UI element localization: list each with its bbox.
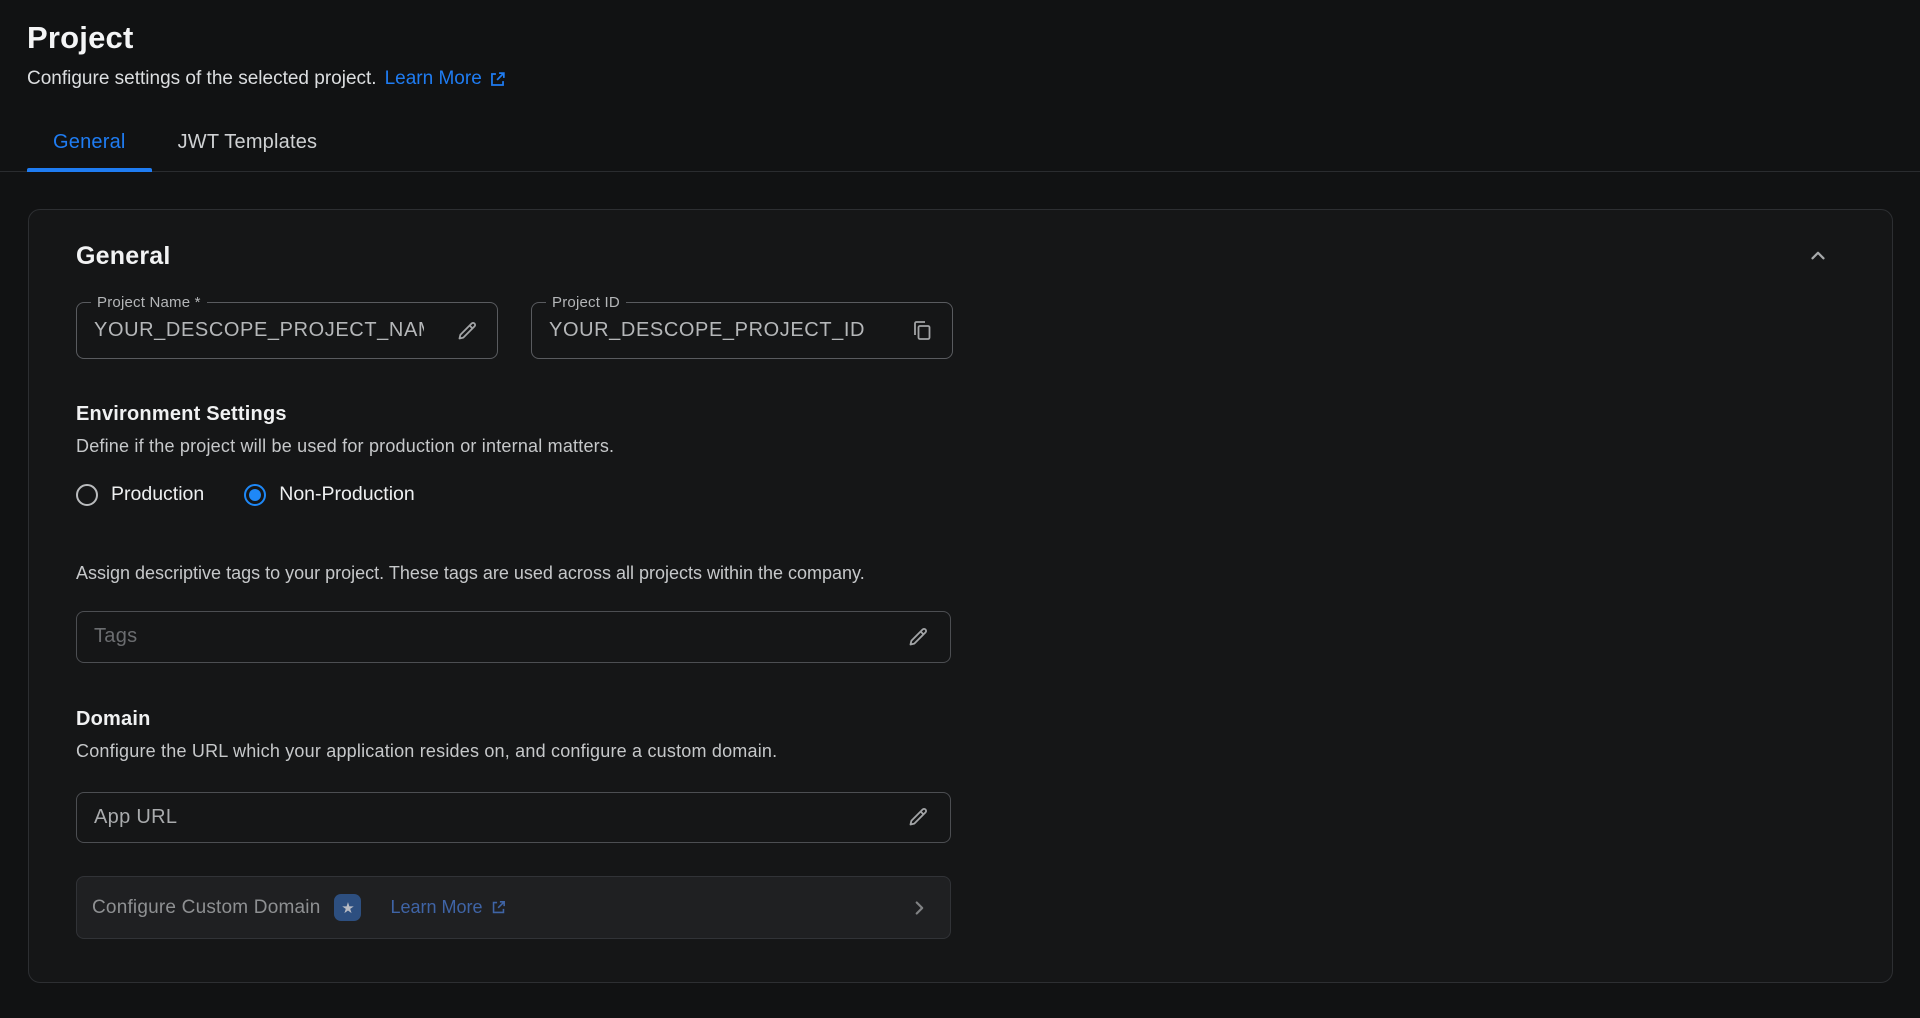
radio-production[interactable]: Production — [76, 483, 204, 506]
chevron-right-icon — [908, 897, 930, 919]
radio-unselected-icon — [76, 484, 98, 506]
tab-jwt-templates[interactable]: JWT Templates — [152, 131, 344, 172]
general-settings-card: General Project Name * YOUR_DESCOPE_PROJ… — [28, 209, 1893, 983]
radio-non-production[interactable]: Non-Production — [244, 483, 415, 506]
premium-star-icon: ★ — [334, 894, 361, 921]
custom-domain-learn-more-label: Learn More — [390, 897, 482, 918]
project-name-value: YOUR_DESCOPE_PROJECT_NAME — [94, 319, 424, 342]
radio-non-production-label: Non-Production — [279, 483, 415, 506]
project-fields-row: Project Name * YOUR_DESCOPE_PROJECT_NAME… — [76, 302, 1845, 359]
learn-more-label: Learn More — [385, 68, 482, 90]
environment-settings-section: Environment Settings Define if the proje… — [76, 403, 1845, 506]
project-settings-page: Project Configure settings of the select… — [0, 0, 1920, 1018]
tab-bar: General JWT Templates — [0, 131, 1920, 172]
project-id-value: YOUR_DESCOPE_PROJECT_ID — [549, 319, 879, 342]
copy-icon — [910, 319, 934, 343]
external-link-icon — [490, 899, 507, 916]
environment-radio-group: Production Non-Production — [76, 483, 1845, 506]
domain-section: Domain Configure the URL which your appl… — [76, 708, 1845, 762]
collapse-section-button[interactable] — [1803, 241, 1833, 271]
edit-app-url-button[interactable] — [902, 801, 934, 833]
custom-domain-learn-more-link[interactable]: Learn More — [390, 897, 506, 918]
domain-description: Configure the URL which your application… — [76, 741, 1845, 762]
tags-description: Assign descriptive tags to your project.… — [76, 563, 1845, 584]
app-url-input[interactable]: App URL — [76, 792, 951, 844]
project-id-label: Project ID — [546, 294, 626, 311]
configure-custom-domain-row[interactable]: Configure Custom Domain ★ Learn More — [76, 876, 951, 939]
radio-production-label: Production — [111, 483, 204, 506]
tags-placeholder: Tags — [94, 625, 902, 648]
pencil-icon — [455, 319, 479, 343]
chevron-up-icon — [1807, 245, 1829, 267]
learn-more-link[interactable]: Learn More — [385, 68, 507, 90]
edit-tags-button[interactable] — [902, 621, 934, 653]
page-header: Project Configure settings of the select… — [0, 0, 1920, 90]
configure-custom-domain-label: Configure Custom Domain — [92, 897, 320, 919]
app-url-placeholder: App URL — [94, 806, 902, 829]
domain-title: Domain — [76, 708, 1845, 731]
tab-general[interactable]: General — [27, 131, 152, 172]
project-name-field[interactable]: Project Name * YOUR_DESCOPE_PROJECT_NAME — [76, 302, 498, 359]
copy-project-id-button[interactable] — [906, 315, 938, 347]
pencil-icon — [906, 625, 930, 649]
card-header: General — [76, 241, 1845, 271]
environment-settings-description: Define if the project will be used for p… — [76, 436, 1845, 457]
external-link-icon — [488, 70, 507, 89]
page-title: Project — [27, 20, 1893, 56]
card-title: General — [76, 242, 171, 271]
environment-settings-title: Environment Settings — [76, 403, 1845, 426]
page-subtitle: Configure settings of the selected proje… — [27, 68, 1893, 90]
radio-selected-icon — [244, 484, 266, 506]
pencil-icon — [906, 805, 930, 829]
project-name-label: Project Name * — [91, 294, 207, 311]
edit-project-name-button[interactable] — [451, 315, 483, 347]
project-id-field: Project ID YOUR_DESCOPE_PROJECT_ID — [531, 302, 953, 359]
tags-input[interactable]: Tags — [76, 611, 951, 663]
page-subtitle-text: Configure settings of the selected proje… — [27, 68, 377, 90]
